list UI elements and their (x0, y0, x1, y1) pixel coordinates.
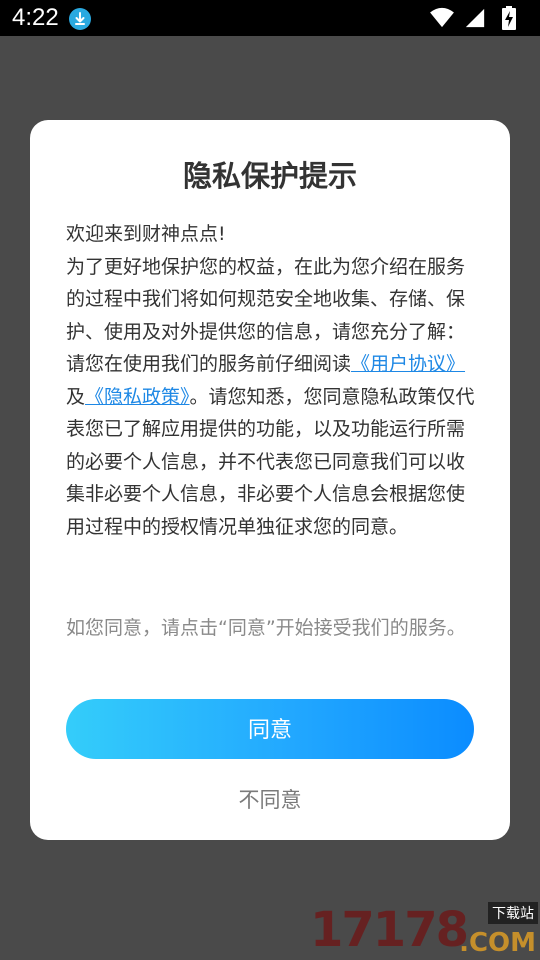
policy-paragraph: 请您在使用我们的服务前仔细阅读《用户协议》及《隐私政策》。请您知悉，您同意隐私政… (66, 348, 476, 543)
wifi-icon (430, 7, 454, 28)
consent-note: 如您同意，请点击“同意”开始接受我们的服务。 (66, 617, 466, 639)
watermark-tag: 下载站 (488, 902, 538, 924)
dialog-body-scroll[interactable]: 欢迎来到财神点点! 为了更好地保护您的权益，在此为您介绍在服务的过程中我们将如何… (66, 218, 476, 586)
status-icons (420, 0, 540, 36)
user-agreement-link[interactable]: 《用户协议》 (351, 353, 465, 375)
agree-button[interactable]: 同意 (66, 699, 474, 759)
watermark-logo: 17178 下载站 .COM (310, 900, 540, 960)
disagree-button[interactable]: 不同意 (66, 780, 474, 820)
status-bar: 4:22 (0, 0, 540, 36)
dialog-title: 隐私保护提示 (182, 159, 357, 193)
signal-icon (465, 8, 485, 28)
policy-post-text: 。请您知悉，您同意隐私政策仅代表您已了解应用提供的功能，以及功能运行所需的必要个… (66, 385, 475, 538)
and-text: 及 (66, 385, 86, 408)
greeting-text: 欢迎来到财神点点! (66, 223, 226, 245)
watermark-number: 17178 (310, 902, 469, 958)
status-time: 4:22 (12, 4, 59, 31)
privacy-policy-link[interactable]: 《隐私政策》 (85, 386, 190, 408)
intro-paragraph: 为了更好地保护您的权益，在此为您介绍在服务的过程中我们将如何规范安全地收集、存储… (66, 255, 466, 343)
battery-charging-icon (502, 6, 516, 30)
download-icon (69, 8, 91, 30)
watermark-suffix: .COM (459, 928, 536, 958)
policy-pre-text: 请您在使用我们的服务前仔细阅读 (66, 353, 352, 375)
